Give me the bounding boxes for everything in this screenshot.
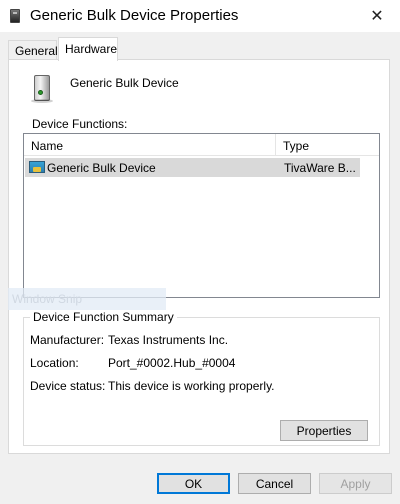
list-item-name: Generic Bulk Device [47, 161, 156, 175]
usb-drive-icon [31, 75, 53, 103]
column-header-type[interactable]: Type [276, 134, 356, 156]
device-name: Generic Bulk Device [70, 76, 179, 90]
summary-legend: Device Function Summary [30, 310, 177, 324]
title-bar: Generic Bulk Device Properties ✕ [0, 0, 400, 32]
device-functions-list[interactable]: Name Type Generic Bulk Device TivaWare B… [23, 133, 380, 298]
list-item-type: TivaWare B... [284, 161, 356, 175]
device-status-value: This device is working properly. [108, 379, 275, 393]
cancel-button[interactable]: Cancel [238, 473, 311, 494]
device-icon [10, 9, 20, 23]
device-functions-label: Device Functions: [32, 117, 128, 131]
properties-button[interactable]: Properties [280, 420, 368, 441]
hardware-panel: Generic Bulk Device Device Functions: Na… [8, 59, 390, 454]
location-value: Port_#0002.Hub_#0004 [108, 356, 236, 370]
apply-button[interactable]: Apply [319, 473, 392, 494]
device-function-icon [29, 161, 45, 173]
column-header-name[interactable]: Name [24, 134, 276, 156]
list-item[interactable]: Generic Bulk Device TivaWare B... [25, 158, 360, 177]
location-label: Location: [30, 356, 79, 370]
device-function-summary: Device Function Summary Manufacturer: Te… [23, 310, 380, 446]
tab-general[interactable]: General [8, 40, 58, 60]
window-snip-watermark: Window Snip [8, 288, 166, 310]
close-button[interactable]: ✕ [354, 0, 400, 32]
manufacturer-value: Texas Instruments Inc. [108, 333, 229, 347]
ok-button[interactable]: OK [157, 473, 230, 494]
tab-hardware[interactable]: Hardware [58, 37, 118, 61]
window-title: Generic Bulk Device Properties [30, 7, 239, 24]
device-status-label: Device status: [30, 379, 106, 393]
list-header: Name Type [24, 134, 379, 156]
manufacturer-label: Manufacturer: [30, 333, 105, 347]
